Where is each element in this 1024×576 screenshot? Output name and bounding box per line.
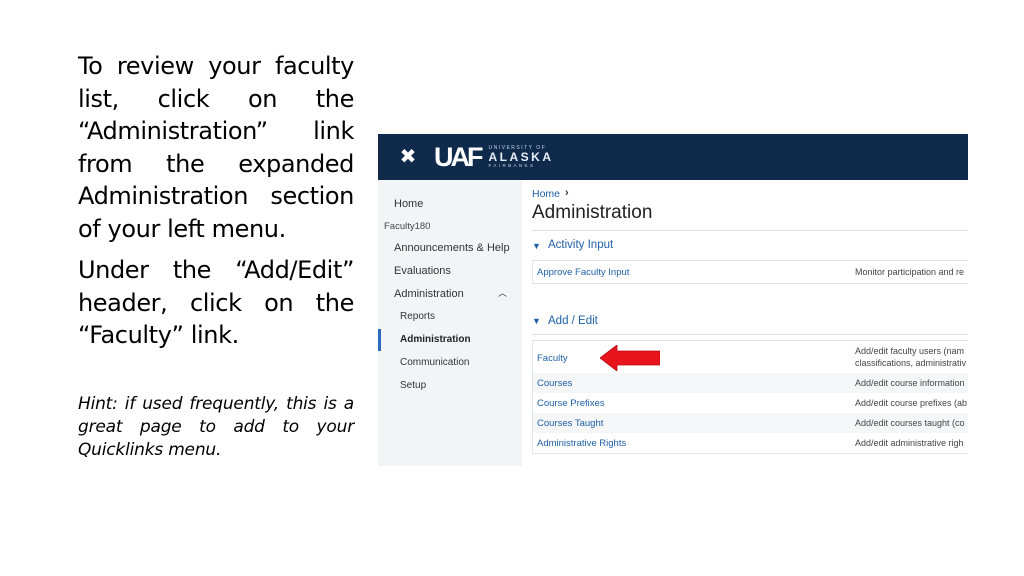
instruction-step-2: Under the “Add/Edit” header, click on th… [78,256,354,349]
logo-fairbanks: FAIRBANKS [488,163,536,168]
table-row: Administrative Rights Add/edit administr… [533,433,968,453]
sidebar-subitem-reports[interactable]: Reports [400,311,435,322]
top-bar: ✖ UAF UNIVERSITY OF ALASKA FAIRBANKS [378,134,968,180]
caret-down-icon[interactable]: ▼ [532,241,541,251]
red-arrow-icon [600,345,660,371]
breadcrumb-home[interactable]: Home [532,188,560,200]
sidebar-subitem-setup[interactable]: Setup [400,380,426,391]
sidebar-subitem-administration[interactable]: Administration [400,334,471,345]
breadcrumb-separator-icon: › [565,187,569,199]
sidebar-group-faculty180: Faculty180 [384,221,431,232]
row-description: Monitor participation and re [855,267,965,277]
app-screenshot: ✖ UAF UNIVERSITY OF ALASKA FAIRBANKS Hom… [378,134,968,466]
active-indicator [378,329,381,351]
section-title-add-edit[interactable]: Add / Edit [548,315,598,327]
activity-input-panel: Approve Faculty Input Monitor participat… [532,260,968,284]
table-row: Course Prefixes Add/edit course prefixes… [533,393,968,413]
close-icon[interactable]: ✖ [398,146,418,166]
row-description: Add/edit faculty users (nam [855,346,965,356]
administrative-rights-link[interactable]: Administrative Rights [537,438,626,449]
left-menu: Home Faculty180 Announcements & Help Eva… [378,180,522,466]
add-edit-panel: Faculty Add/edit faculty users (nam clas… [532,340,968,454]
section-divider [532,334,968,335]
caret-down-icon[interactable]: ▼ [532,316,541,326]
main-content: Home › Administration ▼ Activity Input A… [522,180,968,466]
page-title: Administration [532,202,653,223]
logo-mark: UAF [434,142,483,172]
courses-link[interactable]: Courses [537,378,572,389]
table-row: Approve Faculty Input Monitor participat… [533,261,968,283]
row-description: Add/edit courses taught (co [855,418,965,428]
row-description: Add/edit administrative righ [855,438,964,448]
table-row: Courses Add/edit course information [533,373,968,393]
logo-wordmark: UNIVERSITY OF ALASKA FAIRBANKS [489,145,554,169]
approve-faculty-input-link[interactable]: Approve Faculty Input [537,267,629,278]
hint-text: Hint: if used frequently, this is a grea… [78,393,354,460]
row-description-line-2: classifications, administrativ [855,358,967,368]
sidebar-item-evaluations[interactable]: Evaluations [394,265,451,277]
instructions: To review your faculty list, click on th… [78,50,354,462]
sidebar-item-administration[interactable]: Administration [394,288,464,300]
table-row: Faculty Add/edit faculty users (nam clas… [533,341,968,373]
chevron-up-icon[interactable]: ︿ [498,286,507,299]
faculty-link[interactable]: Faculty [537,353,568,364]
row-description: Add/edit course prefixes (ab [855,398,968,408]
row-description: Add/edit course information [855,378,965,388]
courses-taught-link[interactable]: Courses Taught [537,418,603,429]
section-title-activity-input[interactable]: Activity Input [548,239,613,251]
logo-alaska: ALASKA [488,150,554,164]
course-prefixes-link[interactable]: Course Prefixes [537,398,605,409]
uaf-logo[interactable]: UAF UNIVERSITY OF ALASKA FAIRBANKS [434,142,554,172]
sidebar-subitem-communication[interactable]: Communication [400,357,469,368]
sidebar-item-announcements[interactable]: Announcements & Help [394,242,510,254]
title-divider [532,230,968,231]
table-row: Courses Taught Add/edit courses taught (… [533,413,968,433]
sidebar-item-home[interactable]: Home [394,198,423,210]
instruction-step-1: To review your faculty list, click on th… [78,52,354,243]
